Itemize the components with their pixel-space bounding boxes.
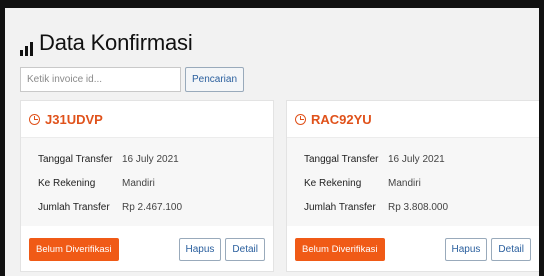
transfer-date-value: 16 July 2021: [388, 153, 445, 165]
invoice-search-input[interactable]: [20, 67, 181, 92]
history-icon: [29, 113, 40, 125]
transfer-date-row: Tanggal Transfer 16 July 2021: [287, 147, 539, 171]
search-bar: Pencarian: [20, 67, 245, 92]
account-value: Mandiri: [388, 177, 421, 189]
amount-label: Jumlah Transfer: [38, 201, 110, 213]
account-value: Mandiri: [122, 177, 155, 189]
page-header: Data Konfirmasi: [20, 30, 193, 56]
invoice-id: J31UDVP: [45, 111, 103, 127]
transfer-date-label: Tanggal Transfer: [38, 153, 113, 165]
amount-value: Rp 3.808.000: [388, 201, 449, 213]
detail-button[interactable]: Detail: [225, 237, 265, 261]
transfer-date-row: Tanggal Transfer 16 July 2021: [21, 147, 273, 171]
amount-row: Jumlah Transfer Rp 3.808.000: [287, 195, 539, 219]
status-button[interactable]: Belum Diverifikasi: [29, 237, 119, 261]
page-title: Data Konfirmasi: [39, 30, 193, 55]
history-icon: [295, 113, 306, 125]
delete-button[interactable]: Hapus: [444, 237, 488, 261]
account-label: Ke Rekening: [304, 177, 362, 189]
amount-label: Jumlah Transfer: [304, 201, 376, 213]
status-button[interactable]: Belum Diverifikasi: [295, 237, 385, 261]
detail-button[interactable]: Detail: [491, 237, 531, 261]
card-footer: Belum Diverifikasi Hapus Detail: [21, 226, 273, 272]
account-row: Ke Rekening Mandiri: [287, 171, 539, 195]
card-footer: Belum Diverifikasi Hapus Detail: [287, 226, 539, 272]
confirmation-list: J31UDVP Tanggal Transfer 16 July 2021 Ke…: [20, 100, 539, 272]
account-label: Ke Rekening: [38, 177, 96, 189]
confirmation-card: RAC92YU Tanggal Transfer 16 July 2021 Ke…: [286, 100, 539, 272]
invoice-id: RAC92YU: [311, 111, 372, 127]
card-header: J31UDVP: [21, 101, 273, 138]
amount-value: Rp 2.467.100: [122, 201, 183, 213]
transfer-date-value: 16 July 2021: [122, 153, 179, 165]
card-body: Tanggal Transfer 16 July 2021 Ke Rekenin…: [21, 138, 273, 226]
card-body: Tanggal Transfer 16 July 2021 Ke Rekenin…: [287, 138, 539, 226]
confirmation-card: J31UDVP Tanggal Transfer 16 July 2021 Ke…: [20, 100, 274, 272]
card-header: RAC92YU: [287, 101, 539, 138]
amount-row: Jumlah Transfer Rp 2.467.100: [21, 195, 273, 219]
search-button[interactable]: Pencarian: [185, 67, 245, 92]
delete-button[interactable]: Hapus: [178, 237, 222, 261]
account-row: Ke Rekening Mandiri: [21, 171, 273, 195]
bar-chart-icon: [20, 42, 33, 56]
page-frame: Data Konfirmasi Pencarian J31UDVP Tangga…: [5, 8, 539, 276]
transfer-date-label: Tanggal Transfer: [304, 153, 379, 165]
